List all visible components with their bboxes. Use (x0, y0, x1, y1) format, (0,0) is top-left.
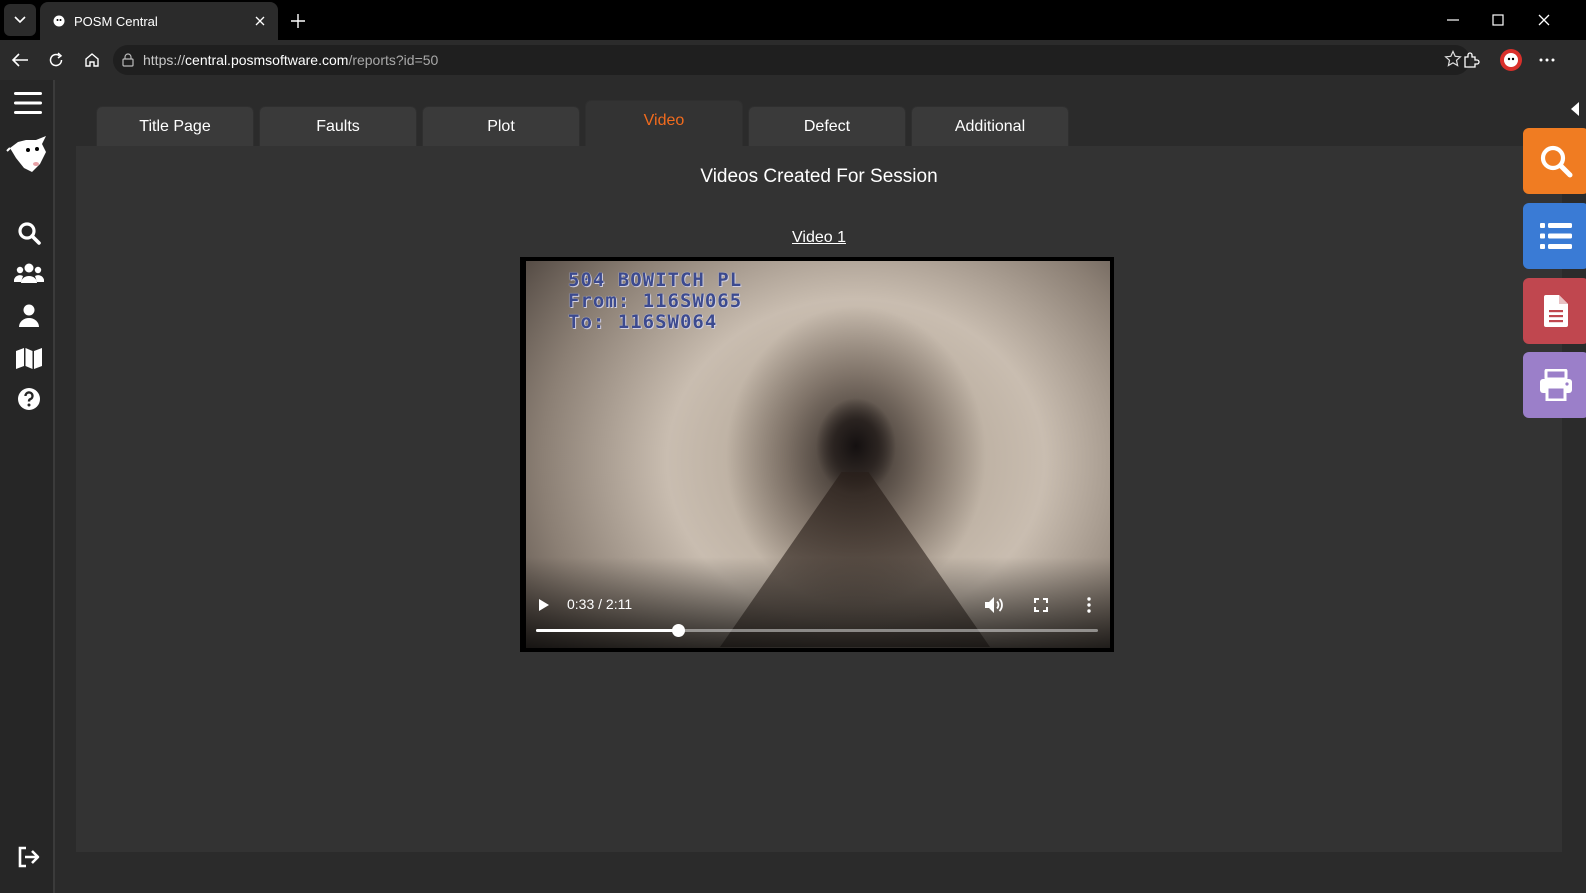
url-path: /reports?id=50 (348, 52, 439, 68)
refresh-icon (49, 52, 63, 67)
logout-icon (18, 846, 40, 868)
extensions-button[interactable] (1457, 46, 1485, 74)
close-tab-button[interactable] (250, 11, 270, 31)
seek-bar-progress (536, 629, 678, 632)
minimize-icon (1447, 19, 1459, 21)
video-osd-overlay: 504 BOWITCH PL From: 116SW065 To: 116SW0… (568, 270, 742, 333)
tab-faults[interactable]: Faults (259, 106, 417, 146)
volume-button[interactable] (982, 594, 1006, 616)
maximize-icon (1492, 14, 1504, 26)
video-time: 0:33 / 2:11 (567, 596, 633, 612)
hamburger-menu-icon (14, 92, 42, 114)
section-title: Videos Created For Session (700, 166, 938, 187)
tab-plot[interactable]: Plot (422, 106, 580, 146)
nav-users[interactable] (12, 257, 46, 291)
profile-avatar-icon (1500, 49, 1522, 71)
users-group-icon (14, 263, 44, 283)
print-tool-button[interactable] (1523, 352, 1586, 418)
app-root: Title Page Faults Plot Video Defect Addi… (0, 80, 1586, 893)
home-icon (85, 53, 99, 67)
video-player[interactable]: 504 BOWITCH PL From: 116SW065 To: 116SW0… (520, 257, 1114, 652)
refresh-button[interactable] (42, 46, 70, 74)
lock-icon (122, 53, 134, 67)
tab-title-page[interactable]: Title Page (96, 106, 254, 146)
printer-icon (1540, 369, 1572, 401)
video-link[interactable]: Video 1 (76, 229, 1562, 247)
seek-bar[interactable] (536, 624, 1098, 637)
opossum-logo-icon (6, 136, 46, 172)
user-icon (19, 304, 39, 327)
more-horizontal-icon (1539, 58, 1555, 62)
osd-address: 504 BOWITCH PL (568, 269, 743, 291)
menu-button[interactable] (11, 86, 45, 120)
close-icon (1538, 14, 1550, 26)
search-icon (1540, 145, 1573, 178)
list-tool-button[interactable] (1523, 203, 1586, 269)
nav-map[interactable] (12, 341, 46, 375)
osd-from: From: 116SW065 (568, 290, 743, 312)
back-arrow-icon (11, 53, 28, 67)
maximize-button[interactable] (1484, 8, 1512, 32)
play-icon (539, 599, 549, 611)
browser-titlebar: POSM Central (0, 0, 1586, 40)
search-tool-button[interactable] (1523, 128, 1586, 194)
search-icon (18, 222, 41, 245)
fullscreen-button[interactable] (1030, 594, 1052, 616)
tab-actions-menu-button[interactable] (4, 4, 36, 36)
nav-user[interactable] (12, 299, 46, 333)
browser-menu-button[interactable] (1533, 46, 1561, 74)
profile-button[interactable] (1497, 46, 1525, 74)
posm-favicon (53, 15, 65, 27)
report-content: Videos Created For Session Video 1 504 B… (76, 146, 1562, 852)
posm-logo[interactable] (6, 132, 52, 176)
collapse-panel-button[interactable] (1570, 102, 1582, 116)
address-bar[interactable]: https://central.posmsoftware.com/reports… (113, 45, 1470, 75)
browser-tab[interactable]: POSM Central (40, 2, 278, 40)
close-icon (255, 16, 265, 26)
browser-toolbar: https://central.posmsoftware.com/reports… (0, 40, 1586, 80)
tab-defect[interactable]: Defect (748, 106, 906, 146)
back-button[interactable] (6, 46, 34, 74)
url-host: central.posmsoftware.com (185, 52, 349, 68)
map-icon (16, 348, 42, 369)
nav-help[interactable] (12, 382, 46, 416)
plus-icon (291, 14, 305, 28)
new-tab-button[interactable] (285, 8, 311, 34)
left-nav (0, 80, 55, 893)
caret-left-icon (1571, 102, 1579, 116)
video-options-button[interactable] (1078, 594, 1100, 616)
tab-additional[interactable]: Additional (911, 106, 1069, 146)
more-vertical-icon (1087, 597, 1091, 613)
minimize-button[interactable] (1439, 8, 1467, 32)
url-scheme: https:// (143, 52, 186, 68)
close-window-button[interactable] (1530, 8, 1558, 32)
nav-search[interactable] (12, 216, 46, 250)
seek-thumb[interactable] (671, 624, 685, 637)
browser-tab-title: POSM Central (74, 13, 158, 29)
play-button[interactable] (534, 595, 554, 615)
document-tool-button[interactable] (1523, 278, 1586, 344)
puzzle-icon (1464, 52, 1480, 68)
logout-button[interactable] (12, 840, 46, 874)
chevron-down-icon (14, 16, 26, 24)
fullscreen-icon (1034, 598, 1048, 612)
help-question-icon (18, 388, 40, 410)
document-icon (1544, 295, 1568, 327)
tab-video[interactable]: Video (585, 100, 743, 146)
volume-icon (985, 597, 1003, 613)
osd-to: To: 116SW064 (568, 311, 718, 333)
list-icon (1540, 223, 1572, 249)
home-button[interactable] (78, 46, 106, 74)
